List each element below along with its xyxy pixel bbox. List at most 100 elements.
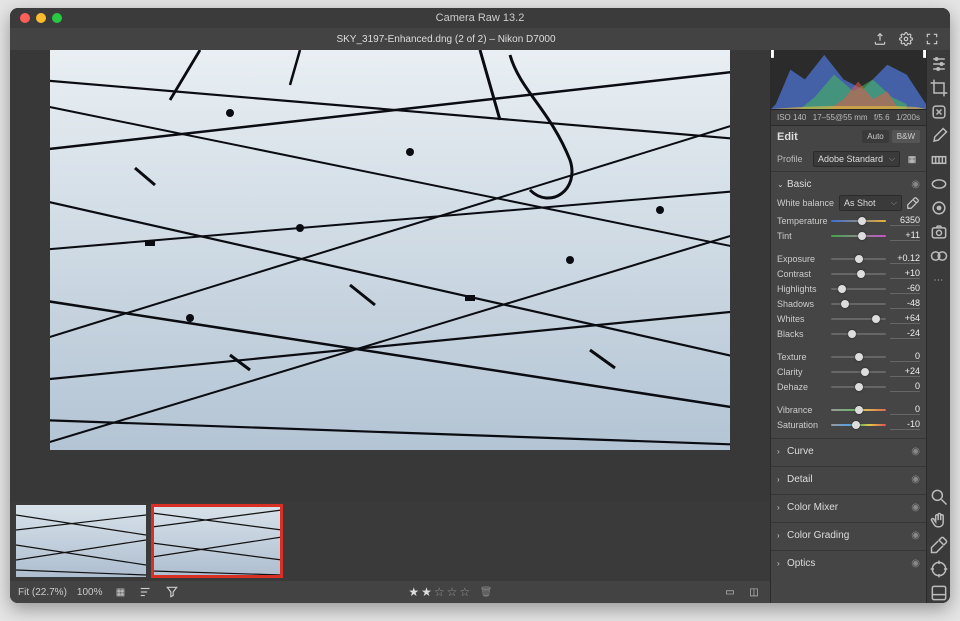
crop-tool-icon[interactable]: [929, 78, 949, 98]
status-bar: Fit (22.7%) 100% ▦ ★ ★ ☆ ☆ ☆ �: [10, 581, 770, 603]
wb-dropdown[interactable]: As Shot ⌵: [839, 195, 902, 211]
zoom-tool-icon[interactable]: [929, 487, 949, 507]
filmstrip-thumb-active[interactable]: [152, 505, 282, 577]
star-icon[interactable]: ☆: [459, 585, 470, 599]
wb-value: As Shot: [844, 198, 876, 208]
tint-value[interactable]: +11: [890, 230, 920, 241]
presets-tool-icon[interactable]: [929, 246, 949, 266]
whites-slider[interactable]: [831, 314, 886, 324]
edit-panel: ISO 140 17–55@55 mm f/5.6 1/200s Edit Au…: [771, 50, 926, 603]
filmstrip-thumb[interactable]: [16, 505, 146, 577]
histogram[interactable]: [771, 50, 926, 110]
sort-icon[interactable]: [138, 584, 154, 600]
clarity-slider[interactable]: [831, 367, 886, 377]
blacks-slider[interactable]: [831, 329, 886, 339]
vibrance-label: Vibrance: [777, 405, 827, 415]
gradient-tool-icon[interactable]: [929, 150, 949, 170]
star-icon[interactable]: ☆: [434, 585, 445, 599]
redeye-tool-icon[interactable]: [929, 198, 949, 218]
bw-button[interactable]: B&W: [892, 130, 920, 143]
basic-header[interactable]: ⌄ Basic ◉: [777, 176, 920, 193]
eye-icon[interactable]: ◉: [911, 179, 920, 190]
profile-dropdown[interactable]: Adobe Standard ⌵: [813, 151, 900, 167]
star-icon[interactable]: ★: [421, 585, 432, 599]
exposure-value[interactable]: +0.12: [890, 253, 920, 264]
filter-icon[interactable]: [164, 584, 180, 600]
fullscreen-icon[interactable]: [924, 31, 940, 47]
eye-icon[interactable]: ◉: [911, 474, 920, 485]
exposure-slider[interactable]: [831, 254, 886, 264]
texture-slider[interactable]: [831, 352, 886, 362]
single-view-icon[interactable]: ▭: [722, 584, 738, 600]
profile-browser-icon[interactable]: ▦: [904, 151, 920, 167]
saturation-value[interactable]: -10: [890, 419, 920, 430]
curve-section: ›Curve◉: [771, 438, 926, 466]
hand-tool-icon[interactable]: [929, 511, 949, 531]
chevron-down-icon: ⌄: [777, 180, 787, 189]
blacks-value[interactable]: -24: [890, 328, 920, 339]
detail-title: Detail: [787, 474, 911, 485]
export-icon[interactable]: [872, 31, 888, 47]
eye-icon[interactable]: ◉: [911, 502, 920, 513]
optics-header[interactable]: ›Optics◉: [777, 555, 920, 572]
auto-button[interactable]: Auto: [862, 130, 888, 143]
color-mixer-header[interactable]: ›Color Mixer◉: [777, 499, 920, 516]
eye-icon[interactable]: ◉: [911, 446, 920, 457]
vibrance-slider[interactable]: [831, 405, 886, 415]
dehaze-slider[interactable]: [831, 382, 886, 392]
zoom-100-button[interactable]: 100%: [77, 587, 103, 598]
heal-tool-icon[interactable]: [929, 102, 949, 122]
color-grading-header[interactable]: ›Color Grading◉: [777, 527, 920, 544]
profile-row: Profile Adobe Standard ⌵ ▦: [771, 147, 926, 171]
tint-slider[interactable]: [831, 231, 886, 241]
edit-tool-icon[interactable]: [929, 54, 949, 74]
shadows-slider[interactable]: [831, 299, 886, 309]
brush-tool-icon[interactable]: [929, 126, 949, 146]
clarity-label: Clarity: [777, 367, 827, 377]
detail-section: ›Detail◉: [771, 466, 926, 494]
star-icon[interactable]: ☆: [447, 585, 458, 599]
toggle-panels-icon[interactable]: [929, 583, 949, 603]
clarity-value[interactable]: +24: [890, 366, 920, 377]
vibrance-value[interactable]: 0: [890, 404, 920, 415]
chevron-right-icon: ›: [777, 503, 787, 512]
temperature-slider[interactable]: [831, 216, 886, 226]
filmstrip: [10, 501, 770, 581]
highlights-slider[interactable]: [831, 284, 886, 294]
zoom-fit-button[interactable]: Fit (22.7%): [18, 587, 67, 598]
compare-view-icon[interactable]: ◫: [746, 584, 762, 600]
contrast-value[interactable]: +10: [890, 268, 920, 279]
settings-gear-icon[interactable]: [898, 31, 914, 47]
eye-icon[interactable]: ◉: [911, 530, 920, 541]
temperature-label: Temperature: [777, 216, 827, 226]
radial-tool-icon[interactable]: [929, 174, 949, 194]
detail-header[interactable]: ›Detail◉: [777, 471, 920, 488]
dehaze-value[interactable]: 0: [890, 381, 920, 392]
clear-rating-icon[interactable]: 🗑: [478, 584, 494, 600]
whites-value[interactable]: +64: [890, 313, 920, 324]
saturation-slider[interactable]: [831, 420, 886, 430]
temperature-value[interactable]: 6350: [890, 215, 920, 226]
more-tool-icon[interactable]: ⋯: [929, 270, 949, 290]
whites-label: Whites: [777, 314, 827, 324]
exif-aperture: f/5.6: [874, 113, 890, 122]
color-grading-title: Color Grading: [787, 530, 911, 541]
shadows-value[interactable]: -48: [890, 298, 920, 309]
exif-iso: ISO 140: [777, 113, 806, 122]
star-icon[interactable]: ★: [408, 585, 419, 599]
texture-value[interactable]: 0: [890, 351, 920, 362]
eye-icon[interactable]: ◉: [911, 558, 920, 569]
preview-area[interactable]: [10, 50, 770, 501]
target-tool-icon[interactable]: [929, 559, 949, 579]
chevron-down-icon: ⌵: [891, 198, 897, 208]
contrast-slider[interactable]: [831, 269, 886, 279]
star-rating[interactable]: ★ ★ ☆ ☆ ☆ 🗑: [180, 584, 722, 600]
wb-eyedropper-icon[interactable]: [906, 195, 920, 211]
contrast-label: Contrast: [777, 269, 827, 279]
edit-label: Edit: [777, 131, 859, 143]
sampler-tool-icon[interactable]: [929, 535, 949, 555]
curve-header[interactable]: ›Curve◉: [777, 443, 920, 460]
snapshot-tool-icon[interactable]: [929, 222, 949, 242]
highlights-value[interactable]: -60: [890, 283, 920, 294]
grid-view-icon[interactable]: ▦: [112, 584, 128, 600]
